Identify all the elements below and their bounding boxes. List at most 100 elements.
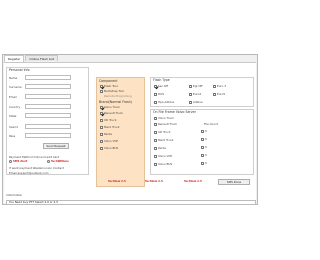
flash-hpa-adblue[interactable]: Hpa Adblue <box>154 100 174 104</box>
mack-truck-checkbox[interactable] <box>100 125 103 129</box>
file-count-3-value: 0 <box>205 145 207 149</box>
userid-label: Userid <box>9 125 18 129</box>
personal-info-title: Personal Info <box>9 68 30 72</box>
flash-tool-checkbox[interactable] <box>100 84 103 88</box>
server-mack-truck[interactable]: Mack Truck <box>154 138 174 142</box>
euro3-checkbox[interactable] <box>213 84 216 88</box>
renault-truck-label: Renault Truck <box>104 111 123 115</box>
file-count-4-checkbox[interactable] <box>201 153 204 157</box>
information-label: Information <box>6 193 23 197</box>
file-count-row-1[interactable]: 0 <box>201 129 207 133</box>
personal-info-group: Personal Info Name Surname Email Country… <box>6 67 89 175</box>
server-volvo-truck-checkbox[interactable] <box>154 116 157 120</box>
hpa-adblue-checkbox[interactable] <box>154 100 157 104</box>
euro2-checkbox[interactable] <box>189 92 192 96</box>
techwithme-radio[interactable] <box>47 160 50 163</box>
file-count-1-checkbox[interactable] <box>201 129 204 133</box>
volvo-truck-checkbox[interactable] <box>100 105 103 109</box>
egr-off-checkbox[interactable] <box>189 84 192 88</box>
dos-checkbox[interactable] <box>154 92 157 96</box>
server-penta-checkbox[interactable] <box>154 146 157 150</box>
volvo-bus-checkbox[interactable] <box>100 146 103 150</box>
server-penta[interactable]: Penta <box>154 146 166 150</box>
westernunion-note: If want payment Westernunion Contact <box>9 166 64 170</box>
email-field[interactable] <box>25 94 71 99</box>
ud-truck-checkbox[interactable] <box>100 118 103 122</box>
file-count-row-3[interactable]: 0 <box>201 145 207 149</box>
flash-dos[interactable]: DOS <box>154 92 164 96</box>
sms-alert-option[interactable]: SMS Alert <box>9 160 27 163</box>
server-volvo-vce[interactable]: Volvo VCE <box>154 154 172 158</box>
flash-euro3[interactable]: Euro 3 <box>213 84 226 88</box>
server-ud-truck[interactable]: UD Truck <box>154 130 170 134</box>
flash-adblue[interactable]: Adblue <box>189 100 203 104</box>
file-count-row-5[interactable]: 0 <box>201 161 207 165</box>
file-count-row-2[interactable]: 0 <box>201 137 207 141</box>
server-renault-truck[interactable]: Renault Truck <box>154 122 177 126</box>
file-count-2-checkbox[interactable] <box>201 137 204 141</box>
flash-euro2[interactable]: Euro2 <box>189 92 201 96</box>
name-field[interactable] <box>25 75 71 80</box>
file-count-5-value: 0 <box>205 161 207 165</box>
server-mack-truck-label: Mack Truck <box>158 138 174 142</box>
flash-sec-off[interactable]: Sec.Off <box>154 84 168 88</box>
techwithme-label: TechWithme <box>51 160 69 163</box>
brand-ud-truck[interactable]: UD Truck <box>100 118 116 122</box>
flash-type-title: Flash Type <box>153 78 170 82</box>
sms-done-button[interactable]: SMS Done <box>218 179 250 185</box>
techwithme-option[interactable]: TechWithme <box>47 160 69 163</box>
dos-label: DOS <box>158 92 165 96</box>
brand-penta[interactable]: Penta <box>100 132 112 136</box>
remote-programing-label: Remote Programing <box>104 94 132 98</box>
tab-bar: Register Online Flash List <box>4 55 59 62</box>
register-panel: Personal Info Name Surname Email Country… <box>4 62 256 205</box>
flash-euro5[interactable]: Euro5 <box>213 92 225 96</box>
online-flash-title: On File Frame Volvo Server <box>153 110 196 114</box>
server-volvo-truck[interactable]: Volvo Truck <box>154 116 174 120</box>
brand-volvo-truck[interactable]: Volvo Truck <box>100 105 120 109</box>
server-ud-truck-checkbox[interactable] <box>154 130 157 134</box>
pass-label: Pass <box>9 134 16 138</box>
brand-volvo-bus[interactable]: Volvo BUS <box>100 146 118 150</box>
component-flash-tool[interactable]: Flash Tool <box>100 84 118 88</box>
euro2-label: Euro2 <box>193 92 202 96</box>
euro5-checkbox[interactable] <box>213 92 216 96</box>
server-mack-truck-checkbox[interactable] <box>154 138 157 142</box>
state-field[interactable] <box>25 113 71 118</box>
surname-field[interactable] <box>25 84 71 89</box>
sec-off-checkbox[interactable] <box>154 84 157 88</box>
brand-mack-truck[interactable]: Mack Truck <box>100 125 120 129</box>
mack-truck-label: Mack Truck <box>104 125 120 129</box>
volvo-vce-checkbox[interactable] <box>100 139 103 143</box>
component-remote-programing[interactable]: Remote Programing <box>104 94 132 98</box>
country-field[interactable] <box>25 104 71 109</box>
renault-truck-checkbox[interactable] <box>100 111 103 115</box>
send-request-button[interactable]: Send Request <box>43 143 69 149</box>
server-volvo-truck-label: Volvo Truck <box>158 116 174 120</box>
tab-online-flash-list[interactable]: Online Flash List <box>25 55 59 61</box>
userid-field[interactable] <box>25 124 71 129</box>
tab-register[interactable]: Register <box>4 55 25 62</box>
component-bootstrap-tool[interactable]: Bootstrap Tool <box>100 89 124 93</box>
file-count-row-4[interactable]: 0 <box>201 153 207 157</box>
flash-egr-off[interactable]: Egr.Off <box>189 84 202 88</box>
sms-alert-radio[interactable] <box>9 160 12 163</box>
email-label: Email <box>9 95 17 99</box>
bootstrap-tool-checkbox[interactable] <box>100 89 103 93</box>
server-renault-truck-checkbox[interactable] <box>154 122 157 126</box>
penta-checkbox[interactable] <box>100 132 103 136</box>
brand-renault-truck[interactable]: Renault Truck <box>100 111 123 115</box>
pass-field[interactable] <box>25 133 71 138</box>
server-volvo-bus-checkbox[interactable] <box>154 162 157 166</box>
flash-tool-label: Flash Tool <box>104 84 118 88</box>
component-title: Component <box>99 79 118 83</box>
file-count-5-checkbox[interactable] <box>201 161 204 165</box>
brand-volvo-vce[interactable]: Volvo VCE <box>100 139 118 143</box>
server-volvo-vce-checkbox[interactable] <box>154 154 157 158</box>
techtool-status-3: Techtool 2.5 <box>184 180 202 183</box>
server-volvo-vce-label: Volvo VCE <box>158 154 173 158</box>
file-count-3-checkbox[interactable] <box>201 145 204 149</box>
online-flash-group: On File Frame Volvo Server Volvo Truck R… <box>150 109 254 175</box>
adblue-checkbox[interactable] <box>189 100 192 104</box>
server-volvo-bus[interactable]: Volvo BUS <box>154 162 172 166</box>
